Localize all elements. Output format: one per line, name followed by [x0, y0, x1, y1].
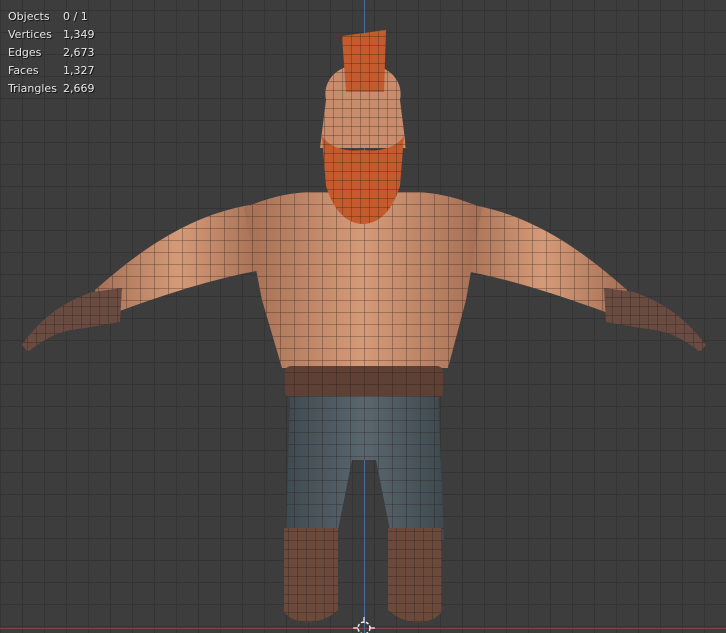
stat-label: Triangles — [8, 82, 57, 95]
right-arm — [460, 205, 627, 318]
stat-objects: Objects 0 / 1 — [8, 8, 95, 26]
character-mesh[interactable] — [0, 0, 726, 633]
stat-value: 1,327 — [63, 64, 95, 77]
stat-label: Edges — [8, 46, 42, 59]
mohawk — [342, 30, 386, 92]
pants — [286, 396, 444, 540]
right-boot — [388, 528, 442, 623]
scene-statistics-overlay: Objects 0 / 1 Vertices 1,349 Edges 2,673… — [8, 8, 95, 98]
stat-triangles: Triangles 2,669 — [8, 80, 95, 98]
3d-cursor-icon[interactable] — [352, 616, 376, 633]
3d-viewport[interactable]: Objects 0 / 1 Vertices 1,349 Edges 2,673… — [0, 0, 726, 633]
stat-vertices: Vertices 1,349 — [8, 26, 95, 44]
left-glove — [22, 288, 122, 352]
belt — [285, 366, 443, 398]
left-boot — [284, 528, 338, 623]
stat-value: 2,673 — [63, 46, 95, 59]
stat-faces: Faces 1,327 — [8, 62, 95, 80]
right-glove — [604, 288, 706, 352]
stat-label: Objects — [8, 10, 50, 23]
stat-edges: Edges 2,673 — [8, 44, 95, 62]
stat-value: 0 / 1 — [63, 10, 88, 23]
stat-label: Vertices — [8, 28, 52, 41]
stat-value: 2,669 — [63, 82, 95, 95]
stat-value: 1,349 — [63, 28, 95, 41]
stat-label: Faces — [8, 64, 39, 77]
